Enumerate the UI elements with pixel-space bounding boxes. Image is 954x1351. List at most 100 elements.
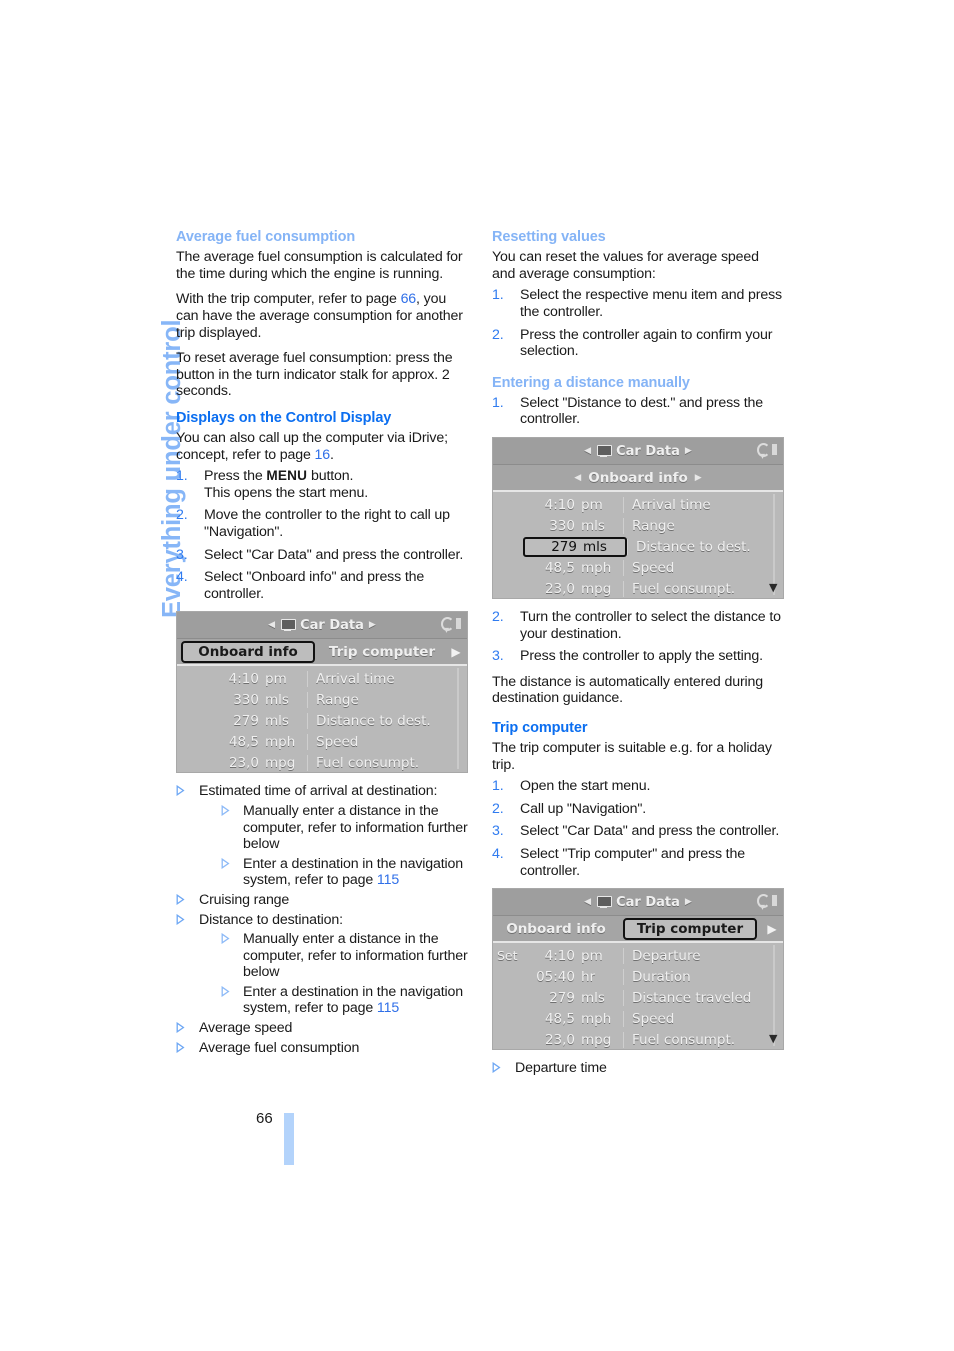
back-corner-icon[interactable]: ▾ [441,616,461,636]
tab-more-arrow-icon[interactable]: ▶ [445,645,467,659]
page-reference-115[interactable]: 115 [377,1000,399,1016]
idrive-tabrow: Onboard info Trip computer ▶ [493,916,783,944]
idrive-row[interactable]: 48,5 mph Speed [177,731,467,752]
monitor-icon [596,896,613,909]
row-value: 23,0 [544,1031,575,1048]
step-item: 1. Select the respective menu item and pr… [492,287,784,320]
chevron-left-icon[interactable]: ◀ [584,897,591,907]
tab-onboard-info[interactable]: Onboard info [493,920,619,938]
chevron-right-icon[interactable]: ▶ [685,897,692,907]
row-unit: mpg [265,754,296,771]
steps-distance-before: 1. Select "Distance to dest." and press t… [492,395,784,428]
row-value: 279 [233,712,259,729]
paragraph-trip-intro: The trip computer is suitable e.g. for a… [492,740,772,773]
list-item-label: Estimated time of arrival at destination… [199,783,438,800]
idrive-screenshot-trip-computer: ◀ Car Data ▶ ▾ Onboard info Trip compute… [492,888,784,1051]
paragraph-displays-intro-a: You can also call up the computer via iD… [176,430,448,463]
idrive-row[interactable]: 4:10 pm Arrival time [177,668,467,689]
idrive-scrollbar[interactable] [454,668,464,770]
step-number: 1. [492,778,504,795]
bullet-sublist: Manually enter a distance in the compute… [221,931,468,1017]
idrive-submenu-row: ◀ Onboard info ▶ [493,465,783,492]
row-value: 4:10 [228,670,259,687]
idrive-titlebar: ◀ Car Data ▶ ▾ [493,889,783,917]
page-reference-66[interactable]: 66 [401,291,417,307]
idrive-row[interactable]: 279 mls Distance to dest. [177,710,467,731]
idrive-title: Car Data [300,617,364,633]
paragraph-displays-intro: You can also call up the computer via iD… [176,430,468,463]
tab-trip-computer[interactable]: Trip computer [623,917,757,940]
list-item: Enter a destination in the navigation sy… [221,856,468,889]
triangle-bullet-icon [176,1041,185,1053]
row-unit: mls [583,538,607,555]
idrive-scrollbar[interactable]: ▼ [769,945,780,1047]
tab-more-arrow-icon[interactable]: ▶ [761,922,783,936]
heading-entering-distance-manually: Entering a distance manually [492,374,690,391]
step-text: Select "Trip computer" and press the con… [520,846,745,879]
tab-trip-computer[interactable]: Trip computer [319,643,445,661]
row-label: Fuel consumpt. [623,580,783,597]
idrive-row[interactable]: 4:10 pm Arrival time [493,494,783,515]
list-item: Distance to destination: Manually enter … [176,912,468,1018]
row-value: 05:40 [536,968,575,985]
steps-resetting: 1. Select the respective menu item and pr… [492,287,784,359]
row-value: 48,5 [544,559,575,576]
list-item: Departure time [492,1060,784,1077]
scroll-down-icon[interactable]: ▼ [769,582,777,593]
idrive-row[interactable]: 330 mls Range [177,689,467,710]
idrive-row[interactable]: 23,0 mpg Fuel consumpt. [177,752,467,772]
row-value: 330 [233,691,259,708]
row-value: 330 [549,517,575,534]
row-label: Speed [623,1010,783,1027]
step-item: 3. Select "Car Data" and press the contro… [492,823,784,840]
idrive-rows: 4:10 pm Arrival time 330 mls Range 279 m… [493,492,783,598]
idrive-row[interactable]: 48,5 mph Speed [493,557,783,578]
paragraph-distance-auto-entered: The distance is automatically entered du… [492,673,763,707]
idrive-row[interactable]: 23,0 mpg Fuel consumpt. [493,1029,783,1049]
triangle-bullet-icon [176,893,185,905]
idrive-tabrow: Onboard info Trip computer ▶ [177,639,467,667]
steps-distance-after: 2. Turn the controller to select the dist… [492,609,784,665]
chevron-right-icon[interactable]: ▶ [695,473,702,483]
idrive-row[interactable]: Set 4:10 pm Departure [493,945,783,966]
idrive-row-selected[interactable]: 279 mls Distance to dest. [493,536,783,557]
idrive-title: Car Data [616,443,680,459]
row-unit: mph [581,1010,612,1027]
triangle-bullet-icon [176,913,185,925]
chevron-left-icon[interactable]: ◀ [584,446,591,456]
idrive-row[interactable]: 48,5 mph Speed [493,1008,783,1029]
step-item: 3. Press the controller to apply the sett… [492,648,784,665]
page-number-bar [284,1113,294,1165]
tab-onboard-info[interactable]: Onboard info [181,640,315,663]
chevron-left-icon[interactable]: ◀ [574,473,581,483]
row-label: Speed [307,733,467,750]
bullet-list-trip-items: Departure time [492,1060,784,1077]
back-corner-icon[interactable]: ▾ [757,442,777,462]
chevron-left-icon[interactable]: ◀ [268,620,275,630]
row-label: Distance to dest. [307,712,467,729]
heading-displays-on-control-display: Displays on the Control Display [176,409,392,426]
row-unit: pm [581,496,603,513]
idrive-row[interactable]: 23,0 mpg Fuel consumpt. [493,578,783,598]
step-text: Move the controller to the right to call… [204,507,450,540]
idrive-row[interactable]: 330 mls Range [493,515,783,536]
idrive-row[interactable]: 279 mls Distance traveled [493,987,783,1008]
back-corner-icon[interactable]: ▾ [757,893,777,913]
idrive-row[interactable]: 05:40 hr Duration [493,966,783,987]
step-number: 1. [176,468,188,485]
paragraph-avg-fuel-2: With the trip computer, refer to page 66… [176,291,468,341]
monitor-icon [596,445,613,457]
row-label: Speed [623,559,783,576]
list-item-label: Manually enter a distance in the compute… [243,802,468,853]
idrive-scrollbar[interactable]: ▼ [769,494,780,595]
scroll-down-icon[interactable]: ▼ [769,1033,777,1044]
page-reference-16[interactable]: 16 [315,447,331,463]
bullet-sublist: Manually enter a distance in the compute… [221,803,468,889]
submenu-onboard-info[interactable]: Onboard info [588,469,688,487]
step-item: 2. Call up "Navigation". [492,801,784,818]
row-label: Distance traveled [623,989,783,1006]
chevron-right-icon[interactable]: ▶ [685,446,692,456]
row-value: 279 [551,538,577,555]
chevron-right-icon[interactable]: ▶ [369,620,376,630]
page-reference-115[interactable]: 115 [377,872,399,888]
